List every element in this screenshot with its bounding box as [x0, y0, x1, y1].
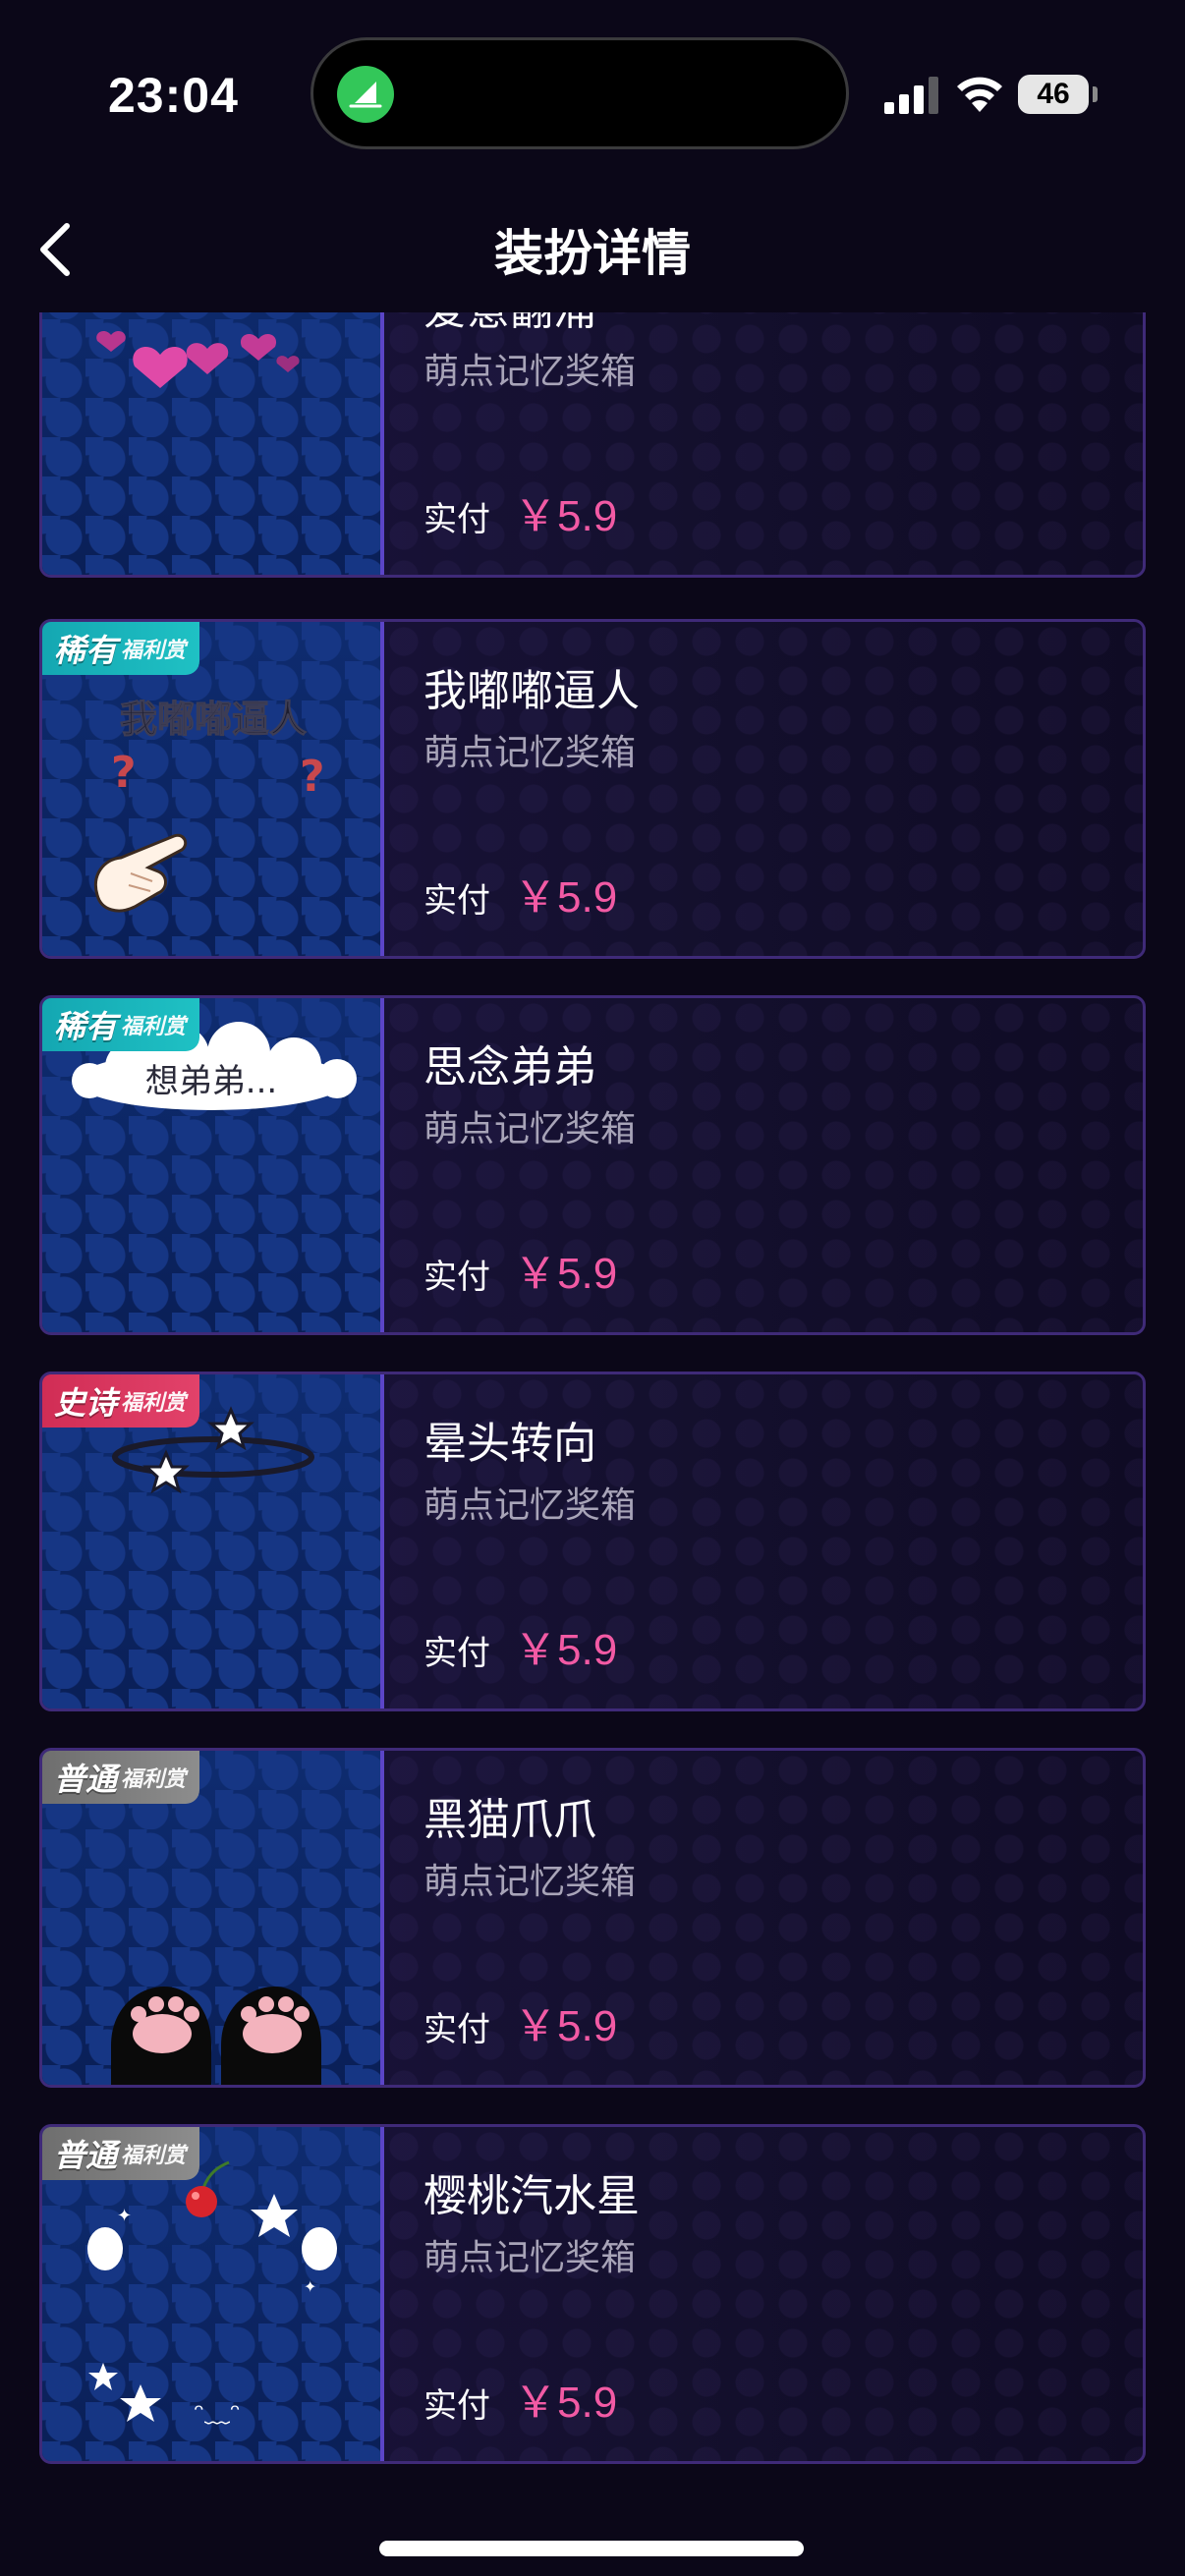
svg-text:?: ? — [111, 748, 137, 798]
item-info: 樱桃汽水星 萌点记忆奖箱 实付 ￥5.9 — [423, 2127, 1123, 2461]
item-name: 樱桃汽水星 — [423, 2171, 640, 2221]
list-item[interactable]: 爱意翻涌 萌点记忆奖箱 实付 ￥5.9 — [39, 312, 1146, 578]
rarity-label: 史诗 — [54, 1384, 118, 1422]
list-item[interactable]: 普通 福利赏 ✦ ✦ ᵔ﹏ᵔ 樱桃汽水星 萌点记忆奖箱 实付 ￥5.9 — [39, 2124, 1146, 2464]
page-title: 装扮详情 — [494, 225, 691, 282]
item-price: ￥5.9 — [514, 492, 618, 540]
item-name: 思念弟弟 — [423, 1042, 596, 1092]
paid-label: 实付 — [423, 1258, 490, 1297]
item-name: 黑猫爪爪 — [423, 1795, 596, 1845]
price-row: 实付 ￥5.9 — [423, 1238, 617, 1301]
item-source: 萌点记忆奖箱 — [423, 1109, 637, 1149]
item-name: 晕头转向 — [423, 1419, 596, 1469]
status-time: 23:04 — [108, 68, 239, 123]
rarity-badge: 普通 福利赏 — [42, 1751, 200, 1804]
rarity-badge: 史诗 福利赏 — [42, 1374, 200, 1428]
item-price: ￥5.9 — [514, 873, 618, 922]
item-info: 爱意翻涌 萌点记忆奖箱 实付 ￥5.9 — [423, 312, 1123, 575]
price-row: 实付 ￥5.9 — [423, 1614, 617, 1677]
svg-text:✦: ✦ — [117, 2206, 132, 2226]
item-source: 萌点记忆奖箱 — [423, 1485, 637, 1526]
rarity-label: 普通 — [54, 2137, 118, 2174]
battery-icon: 46 — [1018, 75, 1089, 114]
item-source: 萌点记忆奖箱 — [423, 2238, 637, 2278]
wifi-icon — [957, 77, 1002, 112]
rarity-label: 稀有 — [54, 632, 118, 669]
rarity-badge: 稀有 福利赏 — [42, 998, 200, 1051]
item-price: ￥5.9 — [514, 1250, 618, 1298]
svg-text:?: ? — [300, 752, 325, 802]
list-item[interactable]: 稀有 福利赏 我嘟嘟逼人 ? ? 我嘟嘟逼人 萌点记忆奖箱 实付 ￥5.9 — [39, 619, 1146, 959]
welfare-label: 福利赏 — [121, 639, 187, 663]
item-name: 我嘟嘟逼人 — [423, 666, 640, 716]
signal-icon — [884, 77, 938, 114]
list-item[interactable]: 史诗 福利赏 晕头转向 萌点记忆奖箱 实付 ￥5.9 — [39, 1372, 1146, 1711]
art-text: 我嘟嘟逼人 — [120, 698, 307, 741]
price-row: 实付 ￥5.9 — [423, 2367, 617, 2430]
list-item[interactable]: 普通 福利赏 黑猫爪爪 萌点记忆奖箱 实付 ￥5.9 — [39, 1748, 1146, 2088]
item-thumbnail: 稀有 福利赏 我嘟嘟逼人 ? ? — [42, 622, 384, 956]
price-row: 实付 ￥5.9 — [423, 862, 617, 924]
item-thumbnail: 普通 福利赏 — [42, 1751, 384, 2085]
item-name: 爱意翻涌 — [423, 312, 596, 337]
svg-text:✦: ✦ — [304, 2277, 316, 2296]
item-thumbnail: 普通 福利赏 ✦ ✦ ᵔ﹏ᵔ — [42, 2127, 384, 2461]
paid-label: 实付 — [423, 2386, 490, 2426]
item-source: 萌点记忆奖箱 — [423, 733, 637, 773]
item-info: 思念弟弟 萌点记忆奖箱 实付 ￥5.9 — [423, 998, 1123, 1332]
list-item[interactable]: 稀有 福利赏 想弟弟... 思念弟弟 萌点记忆奖箱 实付 ￥5.9 — [39, 995, 1146, 1335]
paid-label: 实付 — [423, 881, 490, 921]
rarity-label: 普通 — [54, 1761, 118, 1798]
item-info: 晕头转向 萌点记忆奖箱 实付 ￥5.9 — [423, 1374, 1123, 1708]
rarity-badge: 普通 福利赏 — [42, 2127, 200, 2180]
status-bar: 23:04 46 — [0, 0, 1185, 187]
item-source: 萌点记忆奖箱 — [423, 1862, 637, 1902]
welfare-label: 福利赏 — [121, 1391, 187, 1416]
paid-label: 实付 — [423, 1634, 490, 1673]
art-text: ᵔ﹏ᵔ — [194, 2399, 241, 2429]
paid-label: 实付 — [423, 500, 490, 539]
dynamic-island[interactable] — [310, 37, 849, 149]
price-row: 实付 ￥5.9 — [423, 1990, 617, 2053]
paid-label: 实付 — [423, 2010, 490, 2049]
home-indicator[interactable] — [379, 2541, 804, 2556]
item-info: 我嘟嘟逼人 萌点记忆奖箱 实付 ￥5.9 — [423, 622, 1123, 956]
rarity-label: 稀有 — [54, 1008, 118, 1045]
welfare-label: 福利赏 — [121, 1015, 187, 1039]
art-text: 想弟弟... — [145, 1062, 277, 1101]
app-activity-icon — [337, 66, 394, 123]
welfare-label: 福利赏 — [121, 2144, 187, 2168]
item-price: ￥5.9 — [514, 2379, 618, 2427]
item-source: 萌点记忆奖箱 — [423, 352, 637, 392]
item-list[interactable]: 爱意翻涌 萌点记忆奖箱 实付 ￥5.9 稀有 福利赏 我嘟嘟逼人 ? ? — [0, 312, 1185, 2576]
item-price: ￥5.9 — [514, 1626, 618, 1674]
item-info: 黑猫爪爪 萌点记忆奖箱 实付 ￥5.9 — [423, 1751, 1123, 2085]
item-thumbnail: 稀有 福利赏 想弟弟... — [42, 998, 384, 1332]
nav-bar: 装扮详情 — [0, 187, 1185, 312]
hearts-art — [96, 330, 300, 388]
welfare-label: 福利赏 — [121, 1767, 187, 1792]
rarity-badge: 稀有 福利赏 — [42, 622, 200, 675]
battery-tip — [1093, 86, 1098, 102]
price-row: 实付 ￥5.9 — [423, 480, 617, 543]
item-thumbnail — [42, 312, 384, 575]
item-price: ￥5.9 — [514, 2002, 618, 2050]
item-thumbnail: 史诗 福利赏 — [42, 1374, 384, 1708]
